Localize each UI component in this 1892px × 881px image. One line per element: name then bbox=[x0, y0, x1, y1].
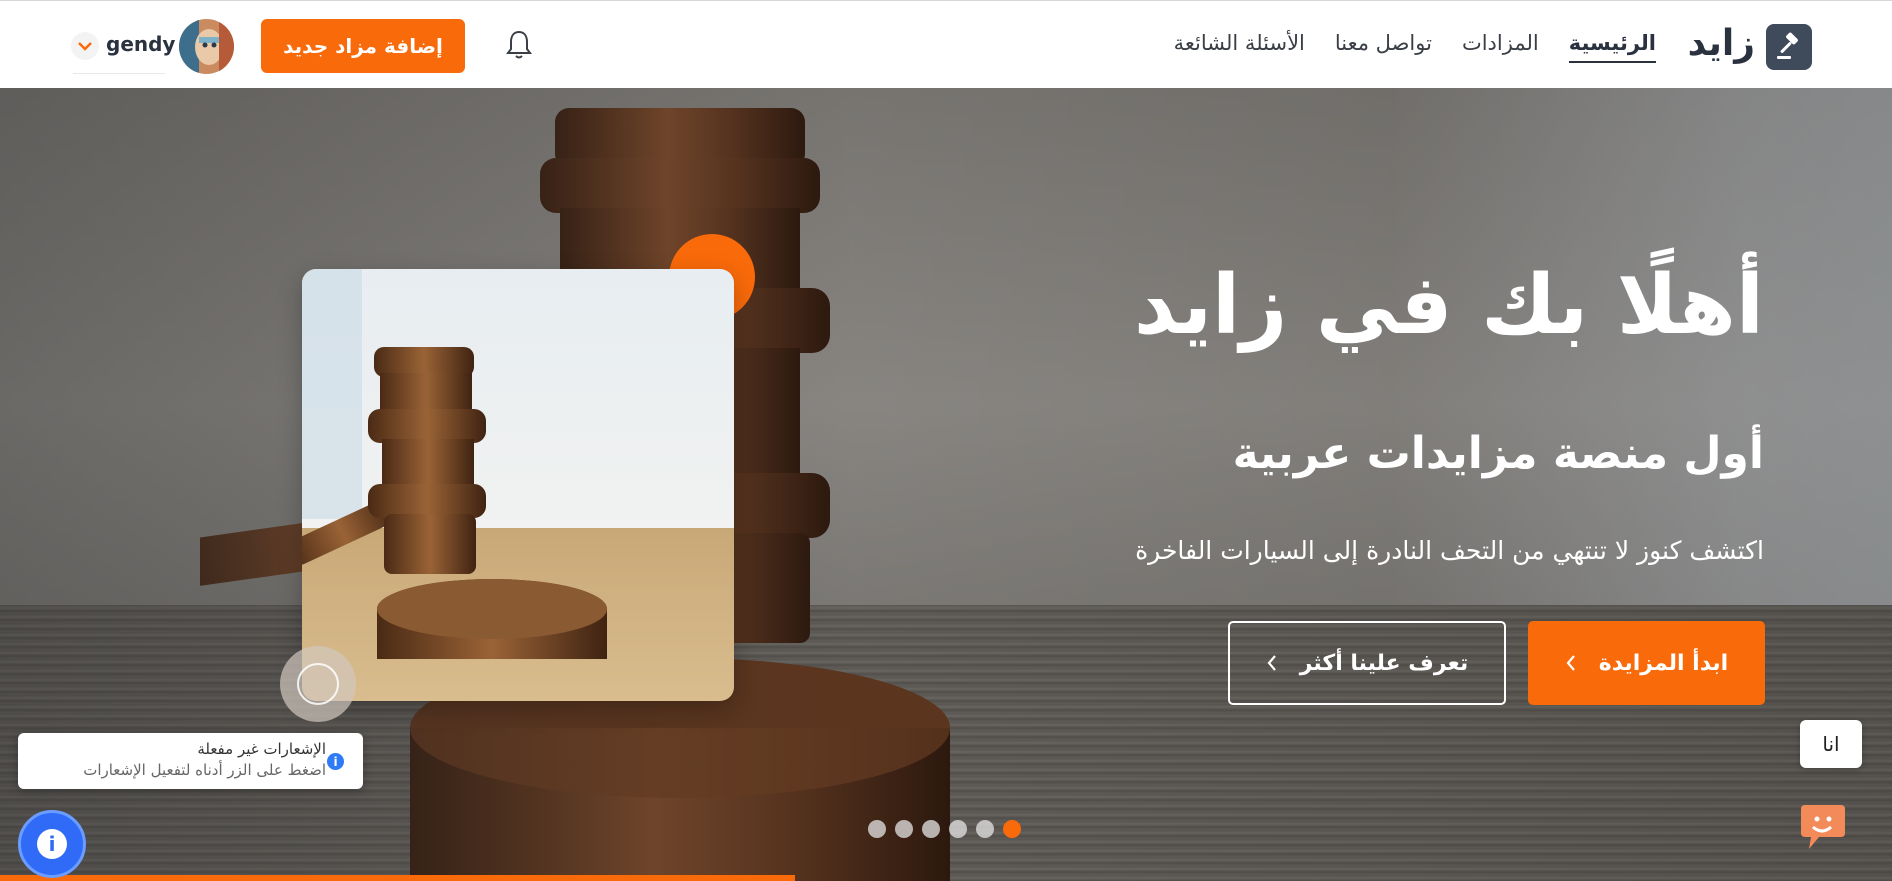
slide-progress-bar bbox=[0, 875, 795, 881]
nav-item-faq[interactable]: الأسئلة الشائعة bbox=[1174, 31, 1305, 63]
start-bidding-label: ابدأ المزايدة bbox=[1598, 650, 1729, 676]
about-us-label: تعرف علينا أكثر bbox=[1299, 650, 1469, 676]
info-icon: i bbox=[37, 829, 67, 859]
info-icon: i bbox=[327, 753, 344, 770]
chat-icon[interactable] bbox=[1795, 801, 1849, 855]
slide-dot[interactable] bbox=[868, 820, 886, 838]
decorative-ring-circle bbox=[280, 646, 356, 722]
nav-item-contact[interactable]: تواصل معنا bbox=[1335, 31, 1432, 63]
slide-dot[interactable] bbox=[895, 820, 913, 838]
hero-description: اكتشف كنوز لا تنتهي من التحف النادرة إلى… bbox=[1135, 536, 1764, 565]
enable-notifications-button[interactable]: i bbox=[18, 810, 86, 878]
brand-name[interactable]: زايد bbox=[1688, 23, 1755, 64]
hero-gavel-photo bbox=[302, 269, 734, 701]
chevron-left-icon bbox=[1267, 655, 1276, 671]
slider-pagination bbox=[868, 820, 1021, 838]
hero-subtitle: أول منصة مزايدات عربية bbox=[1232, 428, 1764, 479]
username[interactable]: gendy bbox=[106, 32, 175, 56]
user-menu-divider bbox=[73, 73, 165, 74]
notification-toast[interactable]: i الإشعارات غير مفعلة اضغط على الزر أدنا… bbox=[18, 733, 363, 789]
chevron-down-icon[interactable] bbox=[71, 32, 99, 60]
bell-icon[interactable] bbox=[505, 29, 533, 61]
about-us-button[interactable]: تعرف علينا أكثر bbox=[1228, 621, 1506, 705]
site-header: زايد الرئيسية المزادات تواصل معنا الأسئل… bbox=[0, 0, 1892, 88]
hero-title: أهلًا بك في زايد bbox=[1133, 258, 1764, 353]
avatar[interactable] bbox=[179, 19, 234, 74]
nav-item-auctions[interactable]: المزادات bbox=[1462, 31, 1539, 63]
nav-item-home[interactable]: الرئيسية bbox=[1568, 31, 1656, 63]
start-bidding-button[interactable]: ابدأ المزايدة bbox=[1528, 621, 1765, 705]
notification-title: الإشعارات غير مفعلة bbox=[197, 740, 326, 758]
chat-greeting-bubble[interactable]: انا bbox=[1800, 720, 1862, 768]
slide-dot[interactable] bbox=[922, 820, 940, 838]
logo-gavel-icon[interactable] bbox=[1766, 24, 1812, 70]
main-nav: الرئيسية المزادات تواصل معنا الأسئلة الش… bbox=[1174, 31, 1656, 63]
chevron-left-icon bbox=[1566, 655, 1575, 671]
add-auction-button[interactable]: إضافة مزاد جديد bbox=[261, 19, 465, 73]
slide-dot-active[interactable] bbox=[1003, 820, 1021, 838]
slide-dot[interactable] bbox=[976, 820, 994, 838]
notification-subtitle: اضغط على الزر أدناه لتفعيل الإشعارات bbox=[83, 761, 326, 779]
slide-dot[interactable] bbox=[949, 820, 967, 838]
